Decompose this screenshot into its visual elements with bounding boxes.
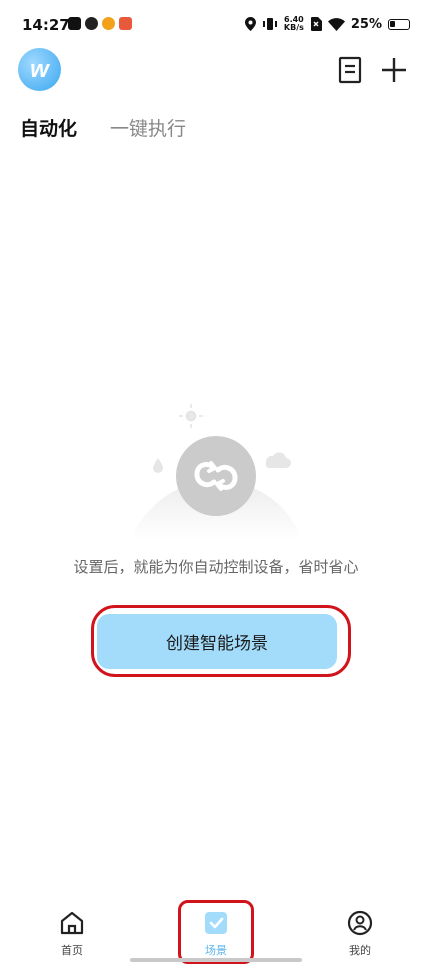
- wifi-icon: [327, 17, 345, 31]
- tab-one-click[interactable]: 一键执行: [110, 114, 186, 141]
- log-icon[interactable]: [336, 56, 364, 84]
- app-icon: [119, 17, 132, 30]
- net-speed: 6.40 KB/s: [284, 16, 304, 32]
- battery-icon: [388, 18, 410, 30]
- add-icon[interactable]: [380, 56, 408, 84]
- status-right: 6.40 KB/s 25%: [244, 16, 410, 32]
- link-icon: [85, 17, 98, 30]
- nav-label-profile: 我的: [349, 944, 371, 957]
- vibrate-icon: [262, 18, 277, 30]
- profile-icon: [347, 910, 373, 936]
- status-app-icons: [68, 17, 132, 30]
- home-icon: [60, 911, 84, 935]
- battery-percent: 25%: [350, 16, 382, 32]
- empty-state-illustration: [130, 404, 302, 540]
- weibo-icon: [102, 17, 115, 30]
- tab-automation[interactable]: 自动化: [20, 114, 77, 141]
- status-time: 14:27: [22, 16, 70, 34]
- home-indicator[interactable]: [130, 958, 302, 962]
- sim-off-icon: [310, 17, 322, 31]
- net-speed-unit: KB/s: [283, 23, 304, 32]
- nav-highlight-outline: [178, 900, 254, 964]
- nav-label-home: 首页: [61, 944, 83, 957]
- tiktok-icon: [68, 17, 81, 30]
- app-logo: w: [18, 48, 61, 91]
- status-bar: 14:27 6.40 KB/s 25%: [0, 0, 432, 52]
- nav-item-profile[interactable]: 我的: [320, 910, 400, 958]
- cloud-icon: [265, 452, 291, 468]
- nav-item-home[interactable]: 首页: [32, 910, 112, 958]
- drop-icon: [153, 458, 163, 473]
- empty-state-message: 设置后，就能为你自动控制设备，省时省心: [73, 558, 359, 576]
- sun-icon: [179, 404, 203, 428]
- logo-letter: w: [30, 55, 49, 83]
- create-smart-scene-button[interactable]: 创建智能场景: [97, 614, 337, 669]
- location-icon: [244, 17, 256, 31]
